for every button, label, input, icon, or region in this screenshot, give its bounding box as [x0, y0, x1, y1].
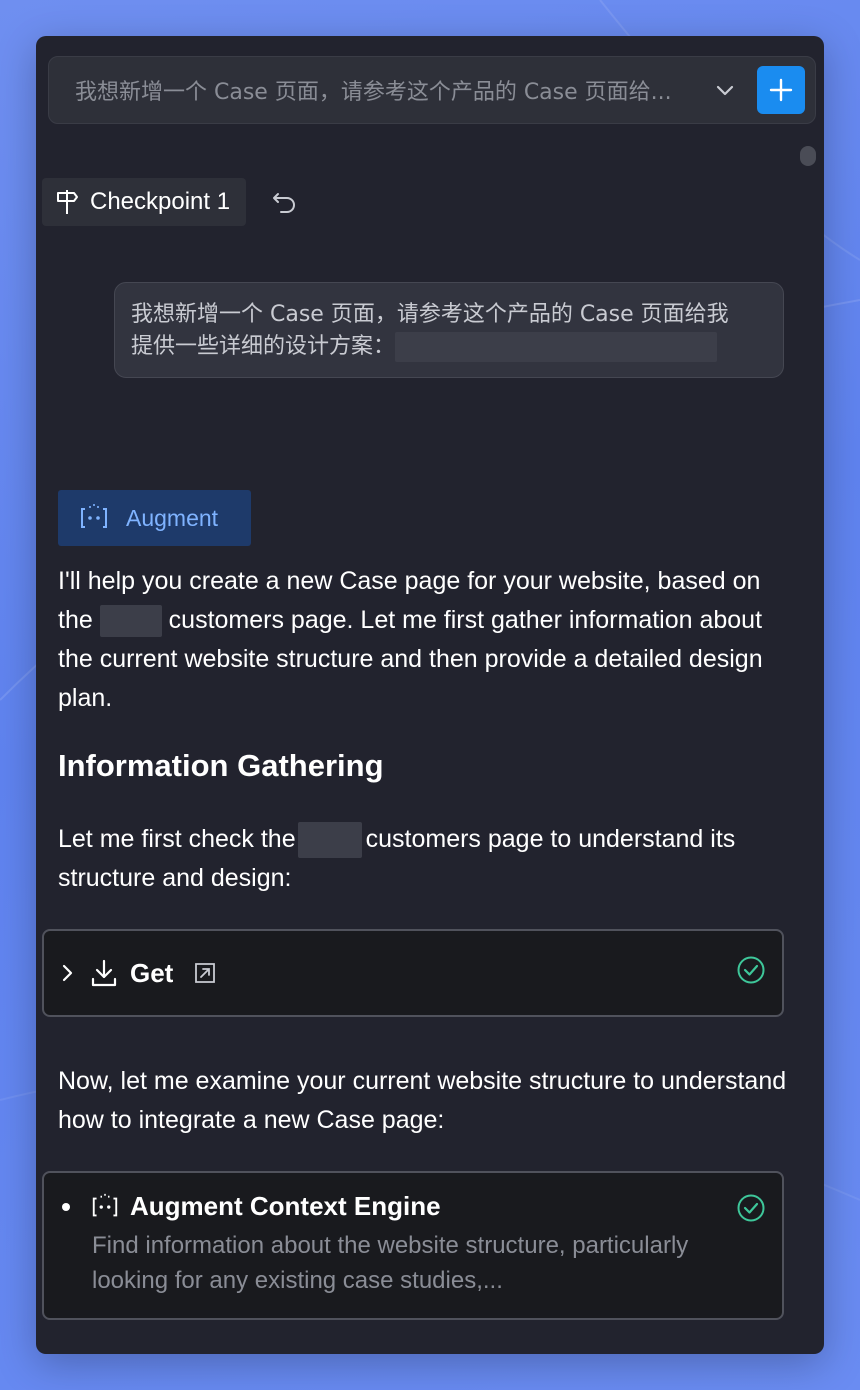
- check-circle-icon: [736, 955, 766, 992]
- signpost-icon: [54, 188, 80, 216]
- assistant-intro: I'll help you create a new Case page for…: [58, 562, 798, 718]
- checkpoint-label: Checkpoint 1: [90, 188, 231, 215]
- intro-text-2: customers page. Let me first gather info…: [58, 606, 763, 712]
- user-message-line-2-row: 提供一些详细的设计方案：: [131, 331, 767, 363]
- check-paragraph: Let me first check the customers page to …: [58, 820, 798, 898]
- checkpoint-badge[interactable]: Checkpoint 1: [42, 178, 247, 226]
- redacted-product-2: [297, 822, 362, 859]
- scrollbar-thumb[interactable]: [800, 146, 816, 166]
- check-circle-icon: [736, 1193, 766, 1228]
- thread-selector[interactable]: 我想新增一个 Case 页面，请参考这个产品的 Case 页面给...: [48, 56, 816, 124]
- bullet: [62, 1202, 70, 1211]
- check-text-1: Let me first check the: [58, 825, 296, 853]
- redacted-url: [395, 332, 718, 362]
- engine-description: Find information about the website struc…: [92, 1232, 689, 1294]
- chat-panel: 我想新增一个 Case 页面，请参考这个产品的 Case 页面给... Chec…: [36, 36, 824, 1354]
- plus-icon: [769, 78, 793, 102]
- augment-badge: Augment: [58, 490, 251, 546]
- user-message-line-2: 提供一些详细的设计方案：: [131, 334, 396, 359]
- thread-title[interactable]: 我想新增一个 Case 页面，请参考这个产品的 Case 页面给...: [49, 74, 705, 106]
- user-message: 我想新增一个 Case 页面，请参考这个产品的 Case 页面给我 提供一些详细…: [114, 282, 784, 378]
- augment-icon: [90, 1192, 120, 1222]
- examine-paragraph: Now, let me examine your current website…: [58, 1067, 787, 1134]
- user-message-line-1: 我想新增一个 Case 页面，请参考这个产品的 Case 页面给我: [131, 302, 729, 327]
- new-thread-button[interactable]: [757, 66, 805, 114]
- tool-call-context-engine[interactable]: Augment Context Engine Find information …: [42, 1171, 784, 1320]
- external-link-icon[interactable]: [193, 961, 217, 985]
- tool-call-get[interactable]: Get: [42, 929, 784, 1017]
- tool-get-label: Get: [130, 957, 174, 988]
- section-heading: Information Gathering: [58, 748, 384, 783]
- chevron-right-icon[interactable]: [58, 961, 78, 985]
- chevron-down-icon[interactable]: [705, 70, 745, 110]
- download-icon: [90, 958, 118, 988]
- engine-title: Augment Context Engine: [130, 1191, 441, 1221]
- augment-icon: [78, 503, 110, 533]
- redacted-product: [99, 605, 162, 638]
- undo-icon[interactable]: [270, 188, 298, 221]
- augment-label: Augment: [126, 504, 219, 531]
